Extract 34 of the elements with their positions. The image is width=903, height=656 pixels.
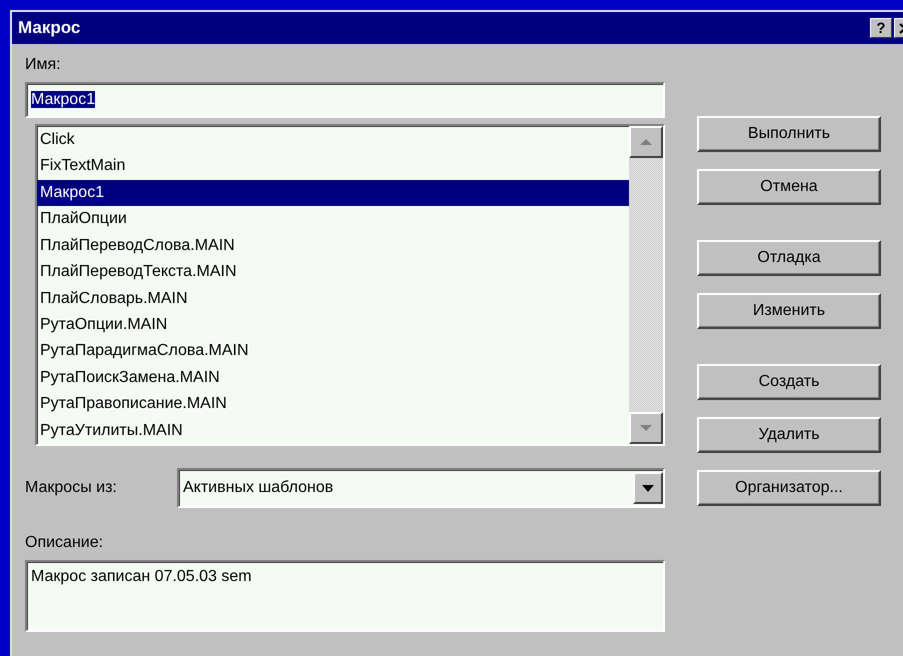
dialog-button[interactable]: Отладка: [697, 240, 881, 276]
dialog-button[interactable]: Отмена: [697, 169, 881, 205]
up-arrow-icon: [639, 138, 653, 146]
window-title: Макрос: [18, 18, 82, 38]
name-label: Имя:: [25, 55, 62, 75]
macro-list-item[interactable]: ПлайОпции: [37, 206, 629, 233]
scrollbar[interactable]: [629, 126, 663, 444]
macro-list-item[interactable]: РутаПоискЗамена.MAIN: [37, 364, 629, 392]
name-field[interactable]: Макрос1: [25, 82, 665, 118]
macro-list-item[interactable]: Click: [37, 127, 629, 154]
help-button[interactable]: ?: [870, 18, 892, 38]
down-arrow-icon: [639, 424, 653, 432]
macro-list-item[interactable]: РутаПарадигмаСлова.MAIN: [37, 338, 629, 365]
dialog-button[interactable]: Удалить: [697, 417, 881, 453]
scroll-down-button[interactable]: [629, 412, 663, 444]
dialog-button[interactable]: Создать: [697, 364, 881, 400]
description-label: Описание:: [25, 533, 104, 553]
macro-list-item[interactable]: Макрос1: [37, 180, 629, 206]
dropdown-arrow-icon: [642, 484, 654, 492]
macro-list-item[interactable]: FixTextMain: [37, 153, 629, 180]
dialog-button[interactable]: Изменить: [697, 293, 881, 329]
macros-from-label: Макросы из:: [25, 478, 118, 498]
macro-list-item[interactable]: РутаОпции.MAIN: [37, 312, 629, 338]
macro-list-item[interactable]: ПлайПереводТекста.MAIN: [37, 259, 629, 286]
macro-list-item[interactable]: РутаПравописание.MAIN: [37, 391, 629, 418]
dialog-button[interactable]: Выполнить: [697, 116, 881, 152]
description-field[interactable]: Макрос записан 07.05.03 sem: [25, 560, 665, 632]
dropdown-button[interactable]: [633, 472, 663, 504]
macros-from-dropdown[interactable]: Активных шаблонов: [177, 468, 665, 508]
macro-list-item[interactable]: РутаУтилиты.MAIN: [37, 418, 629, 444]
scroll-up-button[interactable]: [629, 126, 663, 158]
macro-list-item[interactable]: ПлайСловарь.MAIN: [37, 286, 629, 312]
dialog-button[interactable]: Организатор...: [697, 470, 881, 506]
macro-list-item[interactable]: ПлайПереводСлова.MAIN: [37, 232, 629, 260]
